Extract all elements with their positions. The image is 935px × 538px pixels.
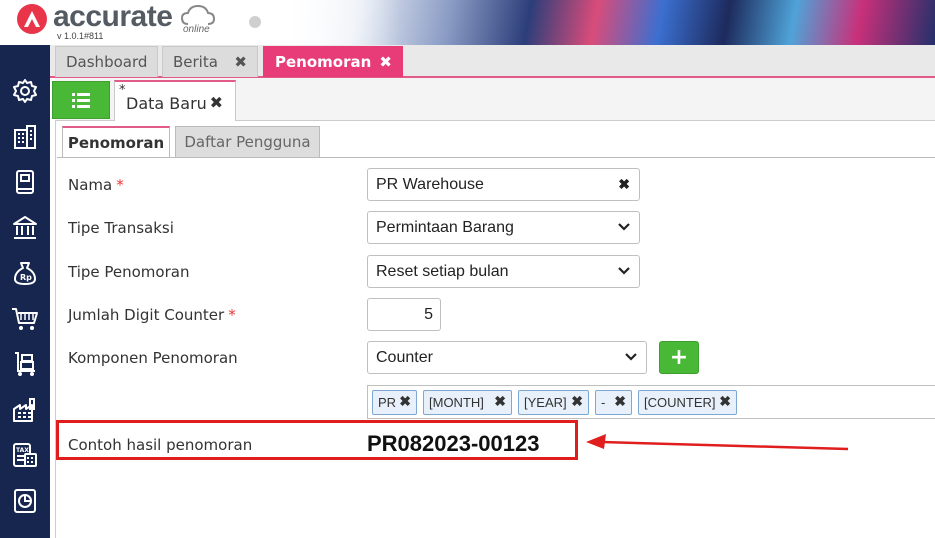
chip-dash: - ✖: [595, 390, 632, 415]
close-icon[interactable]: ✖: [210, 93, 223, 112]
nama-input[interactable]: PR Warehouse ✖: [367, 168, 640, 201]
tab-label: Data Baru: [126, 94, 207, 113]
tab-label: Daftar Pengguna: [184, 133, 311, 151]
sidebar-item-sales[interactable]: [10, 304, 40, 334]
chip-pr: PR ✖: [372, 390, 417, 415]
hand-truck-icon: [15, 352, 35, 376]
tipe-penomoran-select[interactable]: Reset setiap bulan: [367, 255, 640, 288]
tipe-transaksi-select[interactable]: Permintaan Barang: [367, 211, 640, 244]
cart-icon: [12, 308, 38, 330]
tab-dashboard[interactable]: Dashboard: [55, 46, 158, 77]
sidebar-item-reports[interactable]: [10, 486, 40, 516]
chip-month: [MONTH] ✖: [423, 390, 512, 415]
status-dot: [249, 16, 261, 28]
bank-icon: [13, 216, 37, 239]
remove-icon[interactable]: ✖: [719, 393, 731, 410]
tab-berita[interactable]: Berita ✖: [162, 46, 258, 77]
svg-text:TAX: TAX: [16, 447, 29, 454]
list-view-button[interactable]: [52, 81, 110, 119]
jumlah-digit-input[interactable]: 5: [367, 298, 441, 331]
report-chart-icon: [14, 489, 36, 513]
sidebar-item-receivable[interactable]: Rp: [10, 258, 40, 288]
remove-icon[interactable]: ✖: [614, 393, 626, 410]
remove-icon[interactable]: ✖: [571, 393, 583, 410]
nama-label: Nama *: [68, 176, 124, 194]
close-icon[interactable]: ✖: [234, 53, 247, 71]
komponen-select[interactable]: Counter: [367, 341, 647, 374]
komponen-label: Komponen Penomoran: [68, 349, 238, 367]
close-icon[interactable]: ✖: [379, 53, 392, 71]
logo-text: accurate: [53, 0, 173, 33]
required-marker: *: [116, 176, 124, 194]
factory-icon: [13, 398, 35, 422]
tab-daftar-pengguna[interactable]: Daftar Pengguna: [175, 126, 320, 158]
tab-label: Dashboard: [66, 53, 148, 71]
tab-label: Berita: [173, 53, 218, 71]
tipe-transaksi-label: Tipe Transaksi: [68, 219, 174, 237]
sidebar-item-settings[interactable]: [10, 76, 40, 106]
tab-penomoran-form[interactable]: Penomoran: [62, 126, 170, 158]
sidebar-item-bank[interactable]: [10, 213, 40, 243]
list-icon: [72, 93, 90, 108]
tab-label: Penomoran: [67, 133, 165, 152]
remove-icon[interactable]: ✖: [399, 393, 411, 410]
chip-counter: [COUNTER] ✖: [638, 390, 737, 415]
gear-icon: [13, 79, 37, 103]
tab-penomoran[interactable]: Penomoran ✖: [263, 46, 403, 77]
clear-icon[interactable]: ✖: [618, 176, 630, 193]
required-marker: *: [228, 306, 236, 324]
modified-marker: *: [119, 83, 126, 98]
remove-icon[interactable]: ✖: [494, 393, 506, 410]
sidebar-item-tax[interactable]: TAX: [10, 440, 40, 470]
component-chips: PR ✖ [MONTH] ✖ [YEAR] ✖ - ✖ [COUNTER] ✖: [367, 385, 935, 419]
example-value: PR082023-00123: [367, 431, 540, 456]
sidebar-item-company[interactable]: [10, 122, 40, 152]
chevron-down-icon: [618, 267, 630, 275]
chip-year: [YEAR] ✖: [518, 390, 589, 415]
example-label: Contoh hasil penomoran: [68, 436, 253, 454]
tab-label: Penomoran: [275, 53, 372, 71]
logo-subtext: online: [183, 24, 210, 35]
annotation-arrow: [586, 434, 849, 451]
money-bag-icon: Rp: [14, 262, 36, 285]
tax-calculator-icon: TAX: [13, 443, 37, 467]
svg-text:Rp: Rp: [20, 273, 32, 282]
sidebar: Rp TAX: [0, 45, 50, 538]
tab-data-baru[interactable]: * Data Baru ✖: [114, 80, 236, 121]
tipe-penomoran-label: Tipe Penomoran: [68, 263, 190, 281]
chevron-down-icon: [618, 223, 630, 231]
sidebar-item-ledger[interactable]: [10, 167, 40, 197]
building-icon: [14, 125, 36, 149]
add-component-button[interactable]: +: [659, 341, 699, 374]
version-label: v 1.0.1#811: [57, 31, 104, 41]
book-icon: [16, 170, 34, 194]
sidebar-item-inventory[interactable]: [10, 349, 40, 379]
logo-icon: [17, 4, 47, 34]
app-header: accurate online v 1.0.1#811: [0, 0, 935, 45]
sidebar-item-manufacturing[interactable]: [10, 395, 40, 425]
chevron-down-icon: [625, 353, 637, 361]
jumlah-digit-label: Jumlah Digit Counter *: [68, 306, 236, 324]
